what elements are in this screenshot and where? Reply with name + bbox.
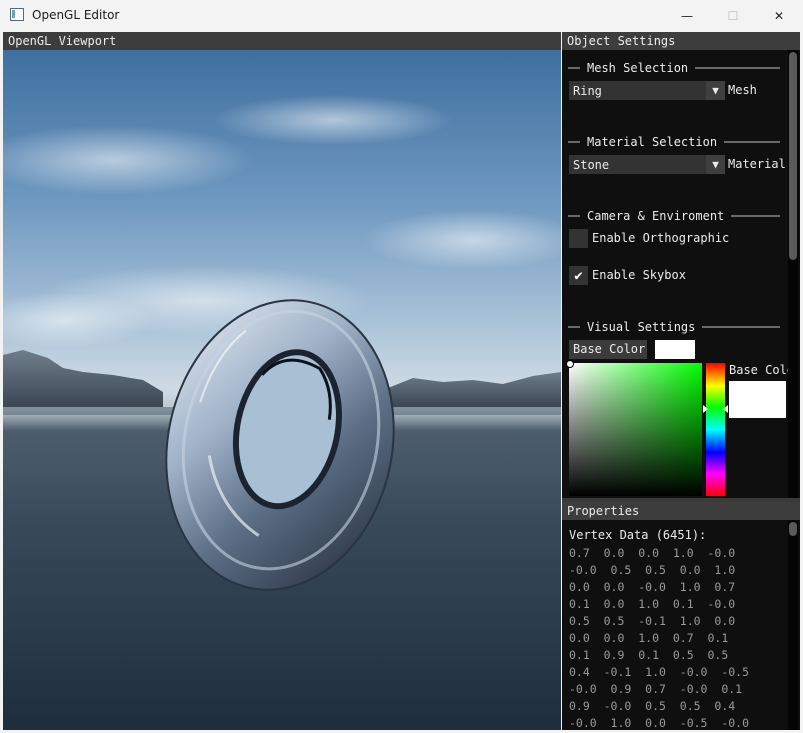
- picker-label: Base Colo: [729, 363, 795, 377]
- vertex-row: 0.1 0.9 0.1 0.5 0.5: [569, 648, 729, 662]
- mesh-dropdown-value: Ring: [573, 83, 602, 98]
- cloud: [213, 95, 453, 145]
- properties-panel: Vertex Data (6451): 0.7 0.0 0.0 1.0 -0.0…: [562, 520, 800, 730]
- vertex-row: -0.0 0.5 0.5 0.0 1.0: [569, 563, 736, 577]
- material-dropdown-value: Stone: [573, 157, 610, 172]
- mesh-label: Mesh: [728, 83, 757, 97]
- minimize-button[interactable]: —: [664, 0, 710, 31]
- material-label: Material: [728, 157, 786, 171]
- scrollbar-thumb[interactable]: [789, 52, 797, 260]
- viewport-title: OpenGL Viewport: [3, 32, 561, 50]
- properties-scrollbar[interactable]: [788, 520, 798, 730]
- vertex-row: 0.5 0.5 -0.1 1.0 0.0: [569, 614, 736, 628]
- saturation-value-picker[interactable]: [569, 363, 702, 496]
- mesh-section-header: Mesh Selection: [568, 61, 780, 75]
- properties-title: Properties: [562, 502, 800, 520]
- opengl-viewport[interactable]: [3, 50, 561, 730]
- visual-section-header: Visual Settings: [568, 320, 780, 334]
- mountains-left: [3, 350, 163, 407]
- material-section-header: Material Selection: [568, 135, 780, 149]
- cloud: [363, 210, 561, 270]
- hue-marker-left[interactable]: [703, 405, 708, 413]
- dropdown-arrow-icon[interactable]: ▼: [706, 155, 725, 174]
- window-titlebar[interactable]: OpenGL Editor — ☐ ✕: [0, 0, 803, 31]
- close-button[interactable]: ✕: [756, 0, 802, 31]
- picker-cursor[interactable]: [566, 360, 574, 368]
- base-color-swatch[interactable]: [655, 340, 695, 359]
- vertex-row: 0.1 0.0 1.0 0.1 -0.0: [569, 597, 736, 611]
- hue-marker-right[interactable]: [723, 405, 728, 413]
- vertex-row: -0.0 1.0 0.0 -0.5 -0.0: [569, 716, 750, 730]
- vertex-row: 0.7 0.0 0.0 1.0 -0.0: [569, 546, 736, 560]
- mesh-section-title: Mesh Selection: [587, 61, 689, 75]
- vertex-data-list: 0.7 0.0 0.0 1.0 -0.0 -0.0 0.5 0.5 0.0 1.…: [569, 545, 749, 730]
- dropdown-arrow-icon[interactable]: ▼: [706, 81, 725, 100]
- camera-section-title: Camera & Enviroment: [587, 209, 725, 223]
- vertex-data-title: Vertex Data (6451):: [569, 528, 707, 542]
- mountains-right: [388, 372, 561, 407]
- orthographic-label: Enable Orthographic: [592, 231, 730, 245]
- skybox-label: Enable Skybox: [592, 268, 686, 282]
- material-dropdown[interactable]: Stone ▼: [569, 155, 725, 174]
- object-settings-scrollbar[interactable]: [788, 50, 798, 498]
- mesh-dropdown[interactable]: Ring ▼: [569, 81, 725, 100]
- camera-section-header: Camera & Enviroment: [568, 209, 780, 223]
- viewport-scene: [3, 95, 561, 591]
- color-preview: [729, 381, 786, 418]
- base-color-button[interactable]: Base Color: [569, 340, 647, 359]
- orthographic-checkbox[interactable]: [569, 229, 588, 248]
- material-section-title: Material Selection: [587, 135, 718, 149]
- vertex-row: 0.0 0.0 -0.0 1.0 0.7: [569, 580, 736, 594]
- cloud: [3, 125, 253, 195]
- scrollbar-thumb[interactable]: [789, 522, 797, 536]
- vertex-row: 0.0 0.0 1.0 0.7 0.1: [569, 631, 729, 645]
- object-settings-panel: Mesh Selection Ring ▼ Mesh Material Sele…: [562, 50, 800, 498]
- window-title: OpenGL Editor: [32, 8, 120, 22]
- visual-section-title: Visual Settings: [587, 320, 696, 334]
- checkmark-icon: ✔: [574, 267, 583, 284]
- vertex-row: 0.9 -0.0 0.5 0.5 0.4: [569, 699, 736, 713]
- vertex-row: 0.4 -0.1 1.0 -0.0 -0.5: [569, 665, 750, 679]
- app-icon: [10, 8, 24, 21]
- skybox-checkbox[interactable]: ✔: [569, 266, 588, 285]
- hue-slider[interactable]: [706, 363, 725, 496]
- maximize-button[interactable]: ☐: [710, 0, 756, 31]
- object-settings-title: Object Settings: [562, 32, 800, 50]
- vertex-row: -0.0 0.9 0.7 -0.0 0.1: [569, 682, 743, 696]
